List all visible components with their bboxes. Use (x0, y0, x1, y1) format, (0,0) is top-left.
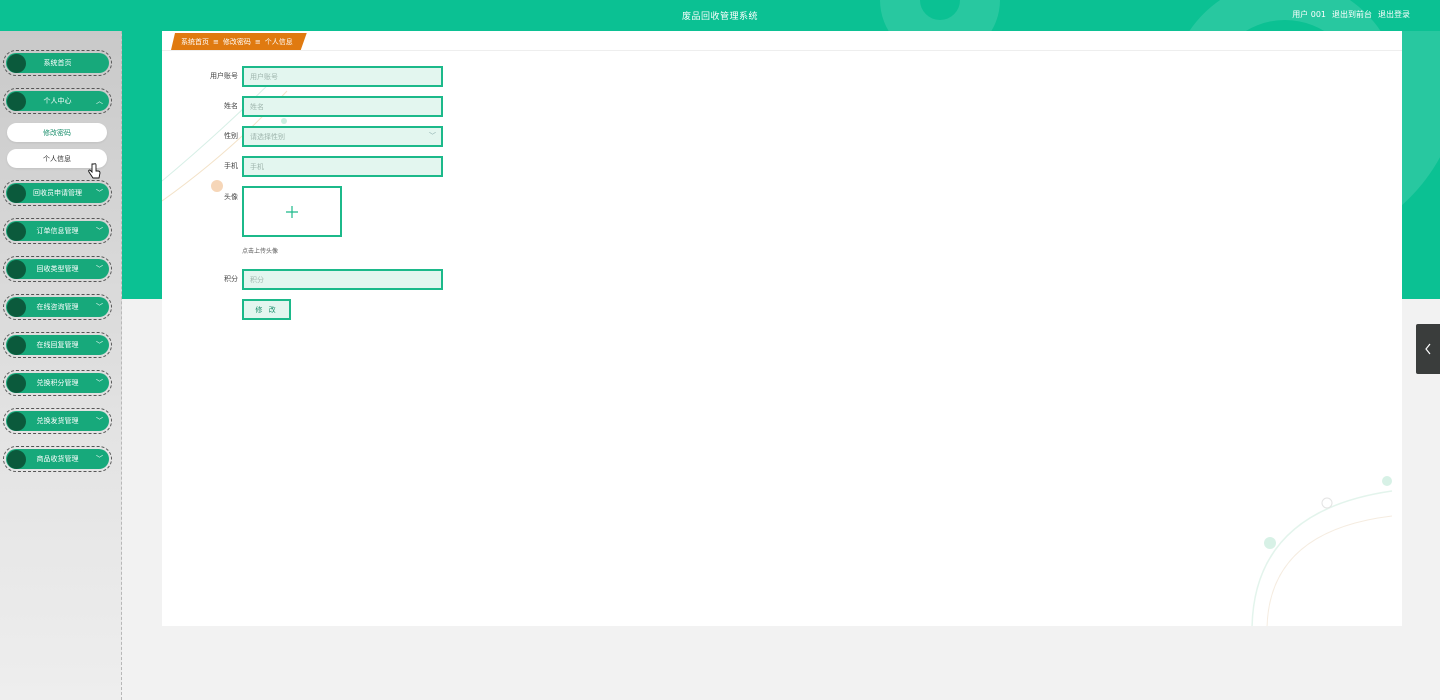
chevron-down-icon: ﹀ (96, 455, 103, 463)
chevron-down-icon: ﹀ (96, 189, 103, 197)
chevron-down-icon: ﹀ (96, 417, 103, 425)
hand-cursor-icon (88, 163, 101, 179)
menu-dot-icon (7, 298, 26, 317)
points-label: 积分 (224, 275, 238, 283)
gender-label: 性别 (224, 132, 238, 140)
chevron-down-icon: ﹀ (96, 265, 103, 273)
chevron-left-icon (1425, 343, 1431, 355)
content-panel: 系统首页 ≡ 修改密码 ≡ 个人信息 用户账号 姓名 性别 ﹀ 手机 头像 点击… (162, 31, 1402, 626)
plus-icon (286, 205, 298, 218)
chevron-down-icon: ﹀ (96, 303, 103, 311)
account-input[interactable] (242, 66, 443, 87)
account-label: 用户账号 (210, 72, 238, 80)
sidebar-item-consultation[interactable]: 在线咨询管理 ﹀ (3, 294, 112, 320)
back-to-front-link[interactable]: 退出到前台 (1332, 9, 1372, 20)
menu-dot-icon (7, 222, 26, 241)
sidebar-item-points-exchange[interactable]: 兑换积分管理 ﹀ (3, 370, 112, 396)
top-header: 废品回收管理系统 用户 001 退出到前台 退出登录 (0, 0, 1440, 31)
menu-dot-icon (7, 336, 26, 355)
app-title: 废品回收管理系统 (681, 12, 758, 22)
name-label: 姓名 (224, 102, 238, 110)
chevron-up-icon: ︿ (96, 97, 103, 105)
sidebar-item-goods-receipt[interactable]: 商品收货管理 ﹀ (3, 446, 112, 472)
user-name: 用户 001 (1292, 10, 1326, 19)
phone-label: 手机 (224, 162, 238, 170)
chevron-down-icon: ﹀ (96, 341, 103, 349)
breadcrumb-item-change-password[interactable]: 修改密码 (223, 37, 251, 47)
breadcrumb: 系统首页 ≡ 修改密码 ≡ 个人信息 (171, 33, 307, 50)
sidebar-item-recycle-types[interactable]: 回收类型管理 ﹀ (3, 256, 112, 282)
breadcrumb-divider (162, 50, 1402, 51)
chevron-down-icon: ﹀ (96, 379, 103, 387)
gender-select[interactable] (242, 126, 443, 147)
menu-dot-icon (7, 92, 26, 111)
sidebar-item-exchange-shipping[interactable]: 兑换发货管理 ﹀ (3, 408, 112, 434)
user-area: 用户 001 退出到前台 退出登录 (1292, 9, 1410, 20)
chevron-down-icon: ﹀ (429, 132, 436, 140)
points-input[interactable] (242, 269, 443, 290)
logout-link[interactable]: 退出登录 (1378, 9, 1410, 20)
phone-input[interactable] (242, 156, 443, 177)
sidebar-item-collector-applications[interactable]: 回收员申请管理 ﹀ (3, 180, 112, 206)
menu-dot-icon (7, 54, 26, 73)
collapse-toggle[interactable] (1416, 324, 1440, 374)
breadcrumb-item-personal-info[interactable]: 个人信息 (265, 37, 293, 47)
sidebar-item-replies[interactable]: 在线回复管理 ﹀ (3, 332, 112, 358)
menu-dot-icon (7, 374, 26, 393)
chevron-down-icon: ﹀ (96, 227, 103, 235)
name-input[interactable] (242, 96, 443, 117)
menu-dot-icon (7, 184, 26, 203)
menu-dot-icon (7, 412, 26, 431)
avatar-label: 头像 (224, 193, 238, 201)
breadcrumb-separator: ≡ (213, 37, 219, 46)
submenu-item-change-password[interactable]: 修改密码 (7, 123, 107, 142)
avatar-upload-hint: 点击上传头像 (242, 248, 279, 255)
sidebar-item-personal-center[interactable]: 个人中心 ︿ (3, 88, 112, 114)
avatar-upload[interactable] (242, 186, 342, 237)
breadcrumb-item-home[interactable]: 系统首页 (181, 37, 209, 47)
sidebar: 系统首页 个人中心 ︿ 修改密码 个人信息 回收员申请管理 ﹀ 订单信息管理 ﹀ 回收… (0, 31, 122, 700)
breadcrumb-separator: ≡ (254, 37, 261, 46)
sidebar-item-orders[interactable]: 订单信息管理 ﹀ (3, 218, 112, 244)
menu-dot-icon (7, 260, 26, 279)
panel-decoration (1251, 476, 1393, 626)
submit-button[interactable]: 修 改 (242, 299, 291, 320)
sidebar-item-home[interactable]: 系统首页 (3, 50, 112, 76)
menu-dot-icon (7, 450, 26, 469)
